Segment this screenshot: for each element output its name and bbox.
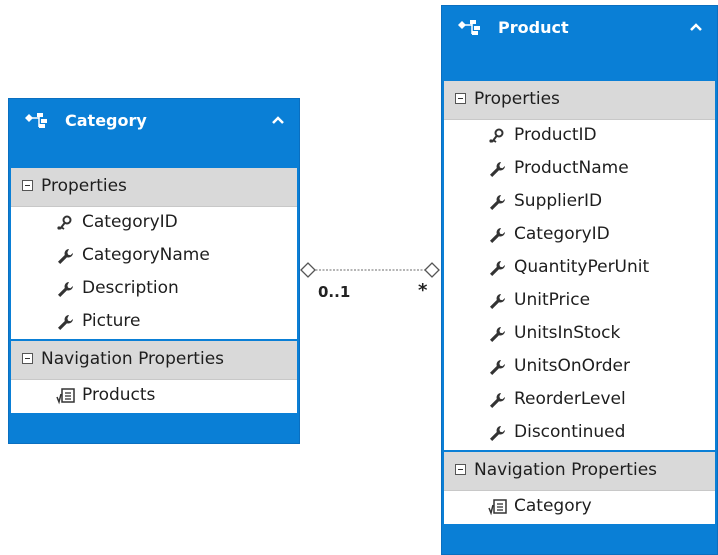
property-name: SupplierID — [514, 191, 603, 211]
property-name: CategoryID — [82, 212, 178, 232]
multiplicity-label: * — [418, 280, 428, 301]
property-row[interactable]: SupplierID — [444, 186, 715, 219]
collapse-toggle-icon[interactable] — [455, 464, 466, 475]
section-label: Navigation Properties — [41, 349, 225, 369]
entity-type-icon — [458, 20, 480, 35]
entity-header[interactable]: Product — [442, 6, 717, 81]
navigation-property-icon — [488, 499, 507, 516]
section-label: Properties — [474, 89, 560, 109]
property-row[interactable]: QuantityPerUnit — [444, 252, 715, 285]
property-row[interactable]: ProductID — [444, 120, 715, 153]
property-row[interactable]: ReorderLevel — [444, 384, 715, 417]
section-label: Navigation Properties — [474, 460, 658, 480]
property-row[interactable]: Discontinued — [444, 417, 715, 450]
multiplicity-label: 0..1 — [318, 283, 351, 301]
property-row[interactable]: Description — [11, 273, 297, 306]
property-name: QuantityPerUnit — [514, 257, 650, 277]
key-icon — [488, 128, 507, 145]
wrench-icon — [488, 260, 507, 277]
property-name: UnitPrice — [514, 290, 591, 310]
wrench-icon — [56, 314, 75, 331]
navigation-list: Category — [444, 491, 715, 524]
navigation-property-icon — [56, 388, 75, 405]
property-row[interactable]: CategoryID — [11, 207, 297, 240]
key-icon — [56, 215, 75, 232]
property-list: CategoryID CategoryName Description Picture — [11, 207, 297, 339]
wrench-icon — [488, 293, 507, 310]
property-name: ProductName — [514, 158, 629, 178]
collapse-toggle-icon[interactable] — [22, 353, 33, 364]
property-row[interactable]: ProductName — [444, 153, 715, 186]
chevron-up-icon[interactable] — [689, 22, 703, 32]
entity-body: Properties ProductID ProductName SupplierI… — [444, 81, 715, 524]
wrench-icon — [488, 326, 507, 343]
entity-body: Properties CategoryID CategoryName Descrip… — [11, 168, 297, 413]
property-name: Description — [82, 278, 179, 298]
properties-section-header[interactable]: Properties — [444, 81, 715, 120]
entity-product[interactable]: Product Properties ProductID ProductName S… — [441, 5, 718, 555]
association-end-diamond — [300, 262, 316, 278]
wrench-icon — [488, 227, 507, 244]
property-row[interactable]: UnitPrice — [444, 285, 715, 318]
collapse-toggle-icon[interactable] — [22, 180, 33, 191]
properties-section-header[interactable]: Properties — [11, 168, 297, 207]
property-row[interactable]: CategoryName — [11, 240, 297, 273]
wrench-icon — [488, 161, 507, 178]
collapse-toggle-icon[interactable] — [455, 93, 466, 104]
property-name: UnitsInStock — [514, 323, 621, 343]
entity-type-icon — [25, 113, 47, 128]
entity-title: Product — [498, 18, 569, 37]
property-row[interactable]: Products — [11, 380, 297, 413]
association-end-diamond — [424, 262, 440, 278]
property-row[interactable]: CategoryID — [444, 219, 715, 252]
navigation-section-header[interactable]: Navigation Properties — [11, 339, 297, 380]
property-name: Products — [82, 385, 156, 405]
property-name: UnitsOnOrder — [514, 356, 630, 376]
property-name: ReorderLevel — [514, 389, 626, 409]
wrench-icon — [56, 281, 75, 298]
wrench-icon — [488, 392, 507, 409]
property-name: CategoryID — [514, 224, 610, 244]
section-label: Properties — [41, 176, 127, 196]
property-row[interactable]: Category — [444, 491, 715, 524]
property-name: Discontinued — [514, 422, 626, 442]
property-name: ProductID — [514, 125, 597, 145]
entity-title: Category — [65, 111, 147, 130]
entity-header[interactable]: Category — [9, 99, 299, 168]
wrench-icon — [488, 359, 507, 376]
property-name: Picture — [82, 311, 141, 331]
entity-category[interactable]: Category Properties CategoryID CategoryNa… — [8, 98, 300, 444]
property-row[interactable]: UnitsInStock — [444, 318, 715, 351]
navigation-list: Products — [11, 380, 297, 413]
property-list: ProductID ProductName SupplierID CategoryID… — [444, 120, 715, 450]
wrench-icon — [488, 425, 507, 442]
property-name: CategoryName — [82, 245, 210, 265]
wrench-icon — [488, 194, 507, 211]
property-row[interactable]: UnitsOnOrder — [444, 351, 715, 384]
property-name: Category — [514, 496, 592, 516]
navigation-section-header[interactable]: Navigation Properties — [444, 450, 715, 491]
wrench-icon — [56, 248, 75, 265]
chevron-up-icon[interactable] — [271, 115, 285, 125]
property-row[interactable]: Picture — [11, 306, 297, 339]
